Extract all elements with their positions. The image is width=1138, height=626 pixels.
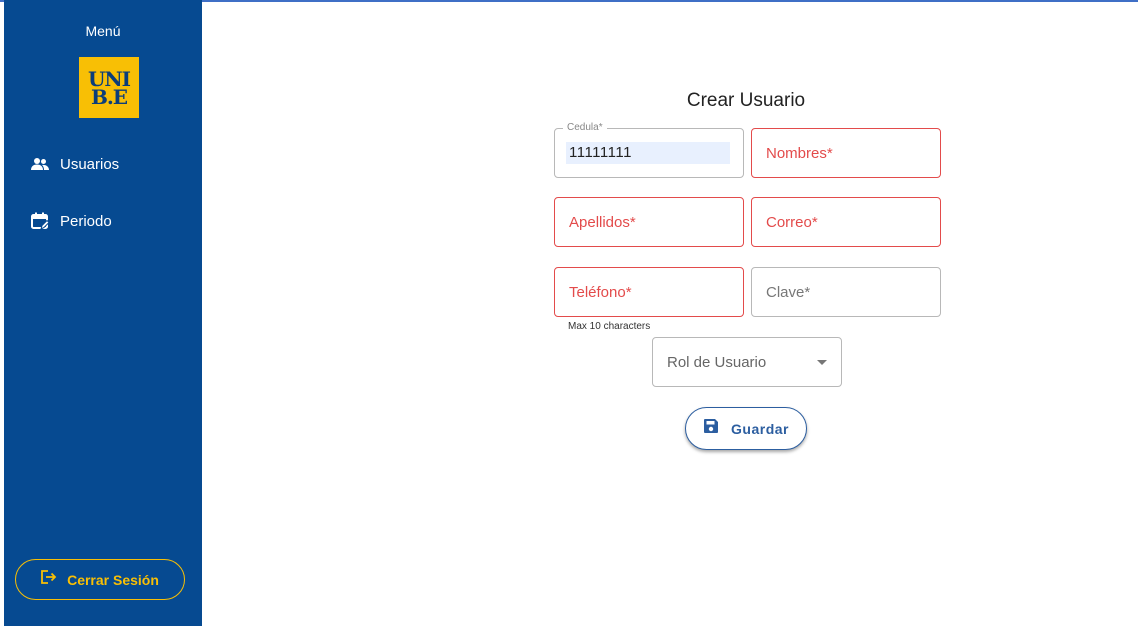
sidebar-item-label: Usuarios	[60, 155, 120, 173]
sidebar-item-periodo[interactable]: Periodo	[4, 206, 202, 236]
apellidos-field[interactable]: Apellidos*	[554, 197, 744, 247]
page-title: Crear Usuario	[686, 90, 806, 111]
nombres-field[interactable]: Nombres*	[751, 128, 941, 178]
telefono-field[interactable]: Teléfono*	[554, 267, 744, 317]
nombres-placeholder: Nombres*	[766, 145, 833, 162]
rol-select[interactable]: Rol de Usuario	[652, 337, 842, 387]
clave-field[interactable]: Clave*	[751, 267, 941, 317]
telefono-helper-text: Max 10 characters	[568, 321, 651, 332]
correo-placeholder: Correo*	[766, 214, 818, 231]
sidebar-item-usuarios[interactable]: Usuarios	[4, 149, 202, 179]
logout-icon	[41, 570, 57, 589]
logo-line-2: B.E	[90, 84, 128, 109]
menu-title: Menú	[85, 23, 121, 39]
cedula-label: Cedula*	[563, 122, 607, 133]
logout-button[interactable]: Cerrar Sesión	[15, 559, 185, 600]
correo-field[interactable]: Correo*	[751, 197, 941, 247]
save-icon	[703, 418, 719, 439]
calendar-edit-icon	[30, 211, 50, 231]
telefono-placeholder: Teléfono*	[569, 284, 632, 301]
group-icon	[30, 154, 50, 174]
cedula-value: 11111111	[566, 142, 730, 164]
save-button[interactable]: Guardar	[685, 407, 807, 450]
rol-placeholder: Rol de Usuario	[667, 354, 767, 371]
chevron-down-icon	[817, 360, 827, 365]
apellidos-placeholder: Apellidos*	[569, 214, 636, 231]
save-label: Guardar	[731, 420, 789, 437]
cedula-field[interactable]: Cedula* 11111111	[554, 122, 744, 178]
unibe-logo: UNI B.E	[79, 57, 139, 118]
sidebar: Menú UNI B.E Usuarios Periodo Cerrar Ses…	[4, 0, 202, 626]
clave-placeholder: Clave*	[766, 284, 811, 301]
logout-label: Cerrar Sesión	[67, 571, 159, 588]
sidebar-item-label: Periodo	[60, 212, 112, 230]
